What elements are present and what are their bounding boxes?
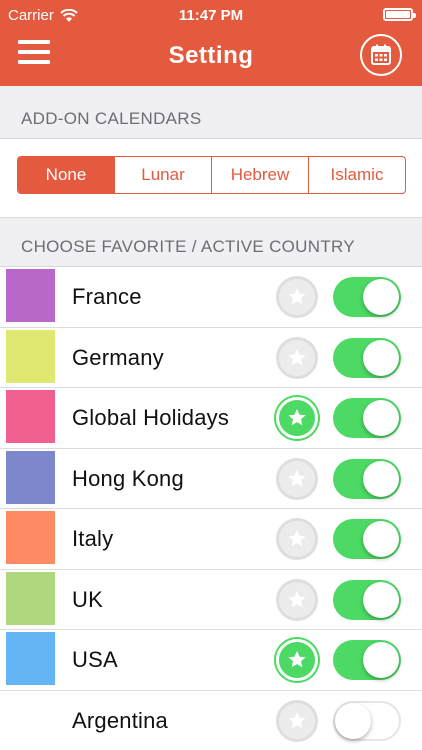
active-toggle[interactable] (333, 458, 401, 499)
calendar-icon (371, 44, 391, 65)
star-icon (288, 409, 306, 426)
segment-none[interactable]: None (18, 157, 114, 193)
country-color-swatch (6, 450, 55, 504)
calendar-button[interactable] (360, 34, 402, 76)
star-icon (288, 590, 306, 607)
addon-section-header: ADD-ON CALENDARS (0, 86, 422, 138)
favorite-star-button[interactable] (276, 276, 318, 318)
star-icon (288, 711, 306, 728)
toggle-knob (363, 339, 399, 376)
country-name: Germany (72, 344, 164, 370)
active-toggle[interactable] (333, 579, 401, 620)
page-title: Setting (168, 42, 254, 69)
active-toggle[interactable] (333, 519, 401, 559)
toggle-knob (363, 521, 399, 557)
star-icon (288, 530, 306, 547)
country-row: USA (0, 630, 422, 691)
toggle-knob (363, 400, 399, 436)
active-toggle[interactable] (333, 337, 401, 378)
favorite-star-button[interactable] (276, 457, 318, 500)
country-name: Hong Kong (72, 465, 184, 491)
active-toggle[interactable] (333, 277, 401, 317)
country-section-header: CHOOSE FAVORITE / ACTIVE COUNTRY (0, 218, 422, 266)
favorite-star-button[interactable] (276, 639, 318, 681)
country-color-swatch (6, 692, 55, 746)
toggle-knob (363, 581, 399, 618)
toggle-knob (363, 279, 399, 315)
status-bar: Carrier 11:47 PM (0, 0, 422, 30)
country-name: USA (72, 647, 118, 672)
status-time: 11:47 PM (178, 7, 244, 24)
active-toggle[interactable] (333, 398, 401, 438)
country-row: France (0, 267, 422, 328)
toggle-knob (363, 642, 399, 678)
segment-hebrew[interactable]: Hebrew (211, 157, 308, 193)
country-name: France (72, 284, 142, 309)
star-icon (288, 348, 306, 365)
country-color-swatch (6, 329, 55, 383)
battery-level (386, 11, 410, 18)
country-row: Hong Kong (0, 449, 422, 509)
app-header: Carrier 11:47 PM Setting (0, 0, 422, 86)
country-name: Italy (72, 526, 114, 551)
star-icon (288, 469, 306, 486)
toggle-knob (335, 702, 371, 739)
country-row: Italy (0, 509, 422, 570)
toggle-knob (363, 460, 399, 497)
addon-calendar-selector: None Lunar Hebrew Islamic (17, 156, 406, 194)
country-color-swatch (6, 390, 55, 443)
country-row: Argentina (0, 691, 422, 750)
battery-icon (383, 8, 416, 21)
favorite-star-button[interactable] (276, 336, 318, 379)
favorite-star-button[interactable] (276, 518, 318, 560)
country-row: Germany (0, 328, 422, 388)
country-name: Argentina (72, 707, 168, 733)
country-color-swatch (6, 269, 55, 322)
country-row: UK (0, 570, 422, 630)
country-name: UK (72, 586, 103, 612)
country-list: France Germany Global Holidays Hong Kong Ita… (0, 266, 422, 750)
active-toggle[interactable] (333, 700, 401, 741)
country-color-swatch (6, 632, 55, 685)
addon-heading: ADD-ON CALENDARS (21, 109, 202, 128)
active-toggle[interactable] (333, 640, 401, 680)
country-row: Global Holidays (0, 388, 422, 449)
addon-calendar-panel: None Lunar Hebrew Islamic (0, 138, 422, 218)
segment-lunar[interactable]: Lunar (114, 157, 211, 193)
star-icon (288, 288, 306, 305)
country-color-swatch (6, 571, 55, 625)
favorite-star-button[interactable] (276, 397, 318, 439)
country-color-swatch (6, 511, 55, 564)
favorite-star-button[interactable] (276, 578, 318, 621)
country-name: Global Holidays (72, 405, 230, 430)
star-icon (288, 651, 306, 668)
favorite-star-button[interactable] (276, 699, 318, 742)
segment-islamic[interactable]: Islamic (308, 157, 405, 193)
country-heading: CHOOSE FAVORITE / ACTIVE COUNTRY (21, 237, 355, 256)
